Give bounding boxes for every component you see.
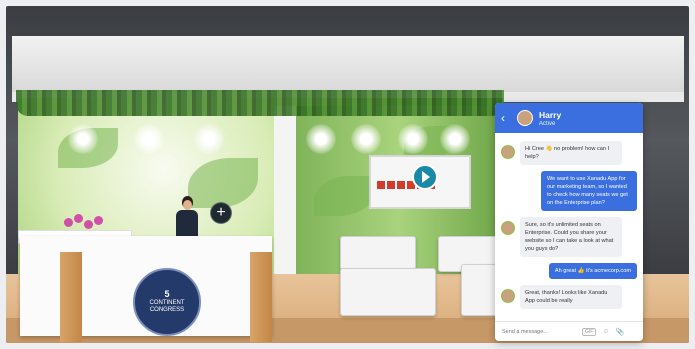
plus-hotspot-icon[interactable]: +: [210, 202, 232, 224]
agent-avatar: [517, 110, 533, 126]
user-message: We want to use Xanadu App for our market…: [541, 171, 637, 211]
user-message: Ah great 👍 it's acmecorp.com: [548, 263, 637, 279]
pendant-lamp: [398, 124, 428, 154]
message-row: Hi Cree 👋 no problem! how can I help?: [501, 141, 637, 165]
gif-button[interactable]: GIF: [582, 327, 597, 336]
pendant-lamp: [440, 124, 470, 154]
chevron-left-icon[interactable]: ‹: [501, 111, 513, 125]
flower-petal: [74, 214, 83, 223]
agent-name: Harry: [539, 109, 562, 120]
message-row: Ah great 👍 it's acmecorp.com: [501, 263, 637, 279]
attachment-icon[interactable]: 📎: [616, 328, 625, 336]
message-list[interactable]: Hi Cree 👋 no problem! how can I help? We…: [495, 135, 643, 321]
counter-wood-panel: [250, 252, 272, 342]
agent-message: Hi Cree 👋 no problem! how can I help?: [520, 141, 622, 165]
message-row: Great, thanks! Looks like Xanadu App cou…: [501, 285, 637, 309]
pendant-lamp: [194, 124, 224, 154]
flower-petal: [94, 216, 103, 225]
play-video-button[interactable]: [412, 164, 438, 190]
chat-widget: ‹ Harry Active Hi Cree 👋 no problem! how…: [495, 103, 643, 341]
message-composer: GIF ☺ 📎: [495, 321, 643, 341]
flower-petal: [84, 220, 93, 229]
logo-text-line: CONTINENT: [149, 300, 185, 307]
emoji-icon[interactable]: ☺: [602, 328, 609, 335]
counter-wood-panel: [60, 252, 82, 342]
message-row: We want to use Xanadu App for our market…: [501, 171, 637, 211]
booth-pillar: [274, 106, 296, 276]
staff-face: [183, 200, 192, 210]
hanging-vines: [16, 90, 504, 116]
message-input[interactable]: [500, 327, 576, 336]
agent-avatar: [501, 221, 515, 235]
flower-petal: [64, 218, 73, 227]
chat-header: ‹ Harry Active: [495, 103, 643, 133]
pendant-lamp: [68, 124, 98, 154]
logo-text-line: CONGRESS: [149, 306, 185, 313]
pendant-lamp: [351, 124, 381, 154]
congress-logo: 5 CONTINENT CONGRESS: [133, 268, 201, 336]
leaf-graphic: [314, 176, 374, 216]
agent-message: Sure, so it's unlimited seats on Enterpr…: [520, 217, 622, 257]
agent-status: Active: [539, 120, 556, 127]
pendant-lamp: [306, 124, 336, 154]
lounge-sofa: [340, 268, 436, 316]
agent-message: Great, thanks! Looks like Xanadu App cou…: [520, 285, 622, 309]
agent-avatar: [501, 145, 515, 159]
pendant-lamp: [134, 124, 164, 154]
lounge-chair: [340, 236, 416, 270]
logo-number: 5: [164, 289, 170, 300]
booth-ceiling: [12, 36, 684, 94]
message-row: Sure, so it's unlimited seats on Enterpr…: [501, 217, 637, 257]
agent-avatar: [501, 289, 515, 303]
